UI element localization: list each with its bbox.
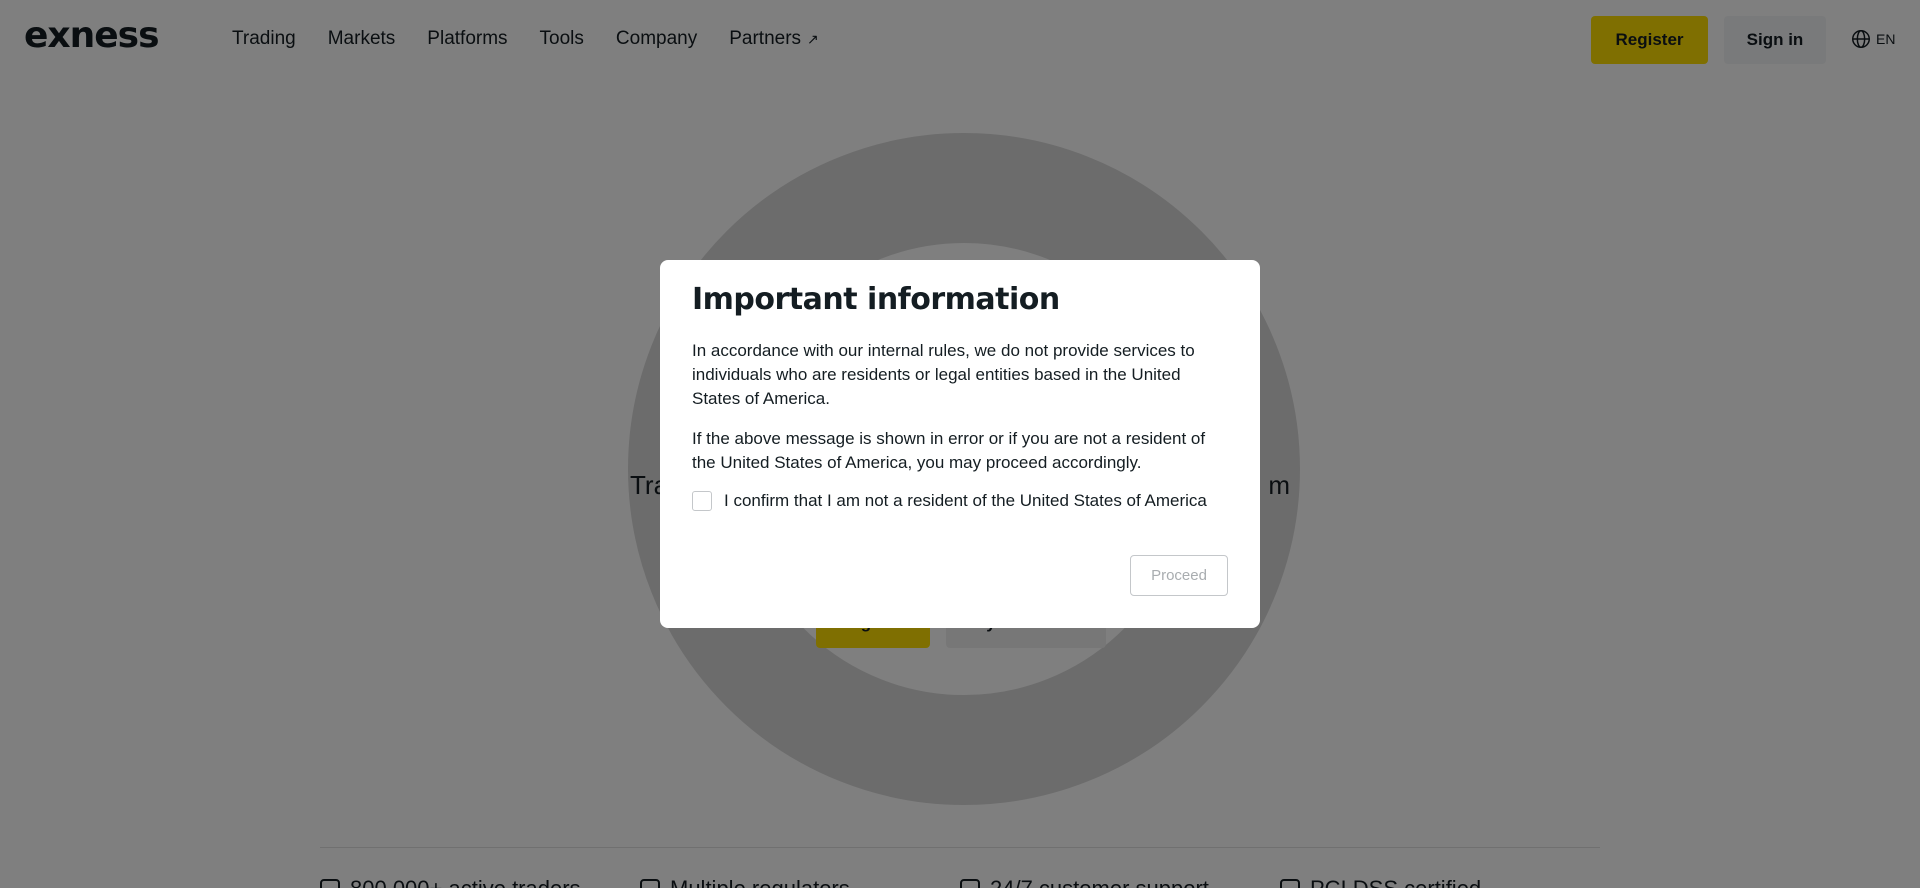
dialog-paragraph-2: If the above message is shown in error o… bbox=[692, 429, 1206, 472]
dialog-title: Important information bbox=[692, 282, 1060, 317]
important-information-dialog: Important information In accordance with… bbox=[660, 260, 1260, 628]
resident-confirm-label: I confirm that I am not a resident of th… bbox=[724, 491, 1207, 510]
resident-confirm-checkbox[interactable] bbox=[692, 491, 712, 511]
resident-confirm-row[interactable]: I confirm that I am not a resident of th… bbox=[692, 491, 1228, 511]
dialog-paragraph-1: In accordance with our internal rules, w… bbox=[692, 341, 1195, 408]
proceed-button[interactable]: Proceed bbox=[1130, 555, 1228, 596]
